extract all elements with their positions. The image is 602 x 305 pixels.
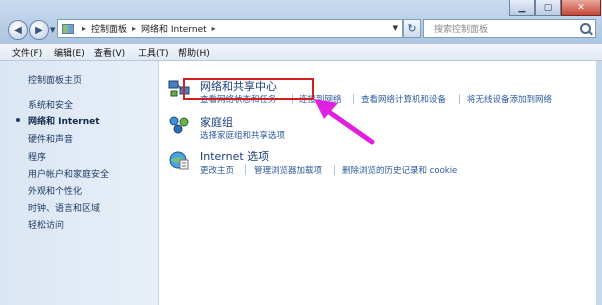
active-bullet-icon [16, 118, 20, 122]
link-homegroup-options[interactable]: 选择家庭组和共享选项 [200, 129, 285, 141]
homegroup-icon [169, 116, 189, 134]
sidebar-item-user-accounts[interactable]: 用户帐户和家庭安全 [28, 167, 109, 180]
menu-view[interactable]: 查看(V) [94, 46, 125, 59]
back-button[interactable]: ◀ [8, 20, 28, 40]
search-icon[interactable] [580, 23, 591, 34]
sidebar-item-ease-of-access[interactable]: 轻松访问 [28, 218, 64, 231]
sidebar-item-home[interactable]: 控制面板主页 [28, 73, 82, 86]
address-dropdown-icon[interactable]: ▼ [393, 24, 398, 32]
forward-arrow-icon: ▶ [35, 24, 43, 36]
menu-file[interactable]: 文件(F) [12, 46, 42, 59]
link-separator [459, 94, 460, 104]
menu-help[interactable]: 帮助(H) [178, 46, 210, 59]
control-panel-icon [62, 23, 74, 34]
chevron-right-icon[interactable]: ▸ [82, 24, 86, 33]
refresh-button[interactable]: ↻ [403, 19, 421, 38]
forward-button[interactable]: ▶ [29, 20, 49, 40]
chevron-right-icon[interactable]: ▸ [212, 24, 216, 33]
sidebar-item-clock-language[interactable]: 时钟、语言和区域 [28, 201, 100, 214]
link-change-homepage[interactable]: 更改主页 [200, 164, 234, 176]
chevron-right-icon[interactable]: ▸ [132, 24, 136, 33]
sidebar-item-programs[interactable]: 程序 [28, 150, 46, 163]
link-separator [334, 165, 335, 175]
sidebar-item-network[interactable]: 网络和 Internet [28, 114, 100, 127]
recent-pages-dropdown[interactable]: ▼ [50, 26, 55, 34]
link-separator [245, 165, 246, 175]
breadcrumb-segment[interactable]: 网络和 Internet [141, 22, 207, 35]
breadcrumb-segment[interactable]: 控制面板 [91, 22, 127, 35]
close-button[interactable]: ✕ [561, 0, 601, 16]
sidebar-item-hardware[interactable]: 硬件和声音 [28, 132, 73, 145]
address-bar[interactable]: ▸ 控制面板 ▸ 网络和 Internet ▸ ▼ [57, 19, 403, 38]
pointer-arrow-icon [314, 99, 375, 145]
title-bar: ▁ ▢ ✕ ◀ ▶ ▼ ▸ 控制面板 ▸ 网络和 Internet ▸ ▼ ↻ … [0, 0, 602, 44]
search-input[interactable]: 搜索控制面板 [423, 19, 596, 38]
link-delete-history[interactable]: 删除浏览的历史记录和 cookie [342, 164, 457, 176]
menu-tools[interactable]: 工具(T) [138, 46, 169, 59]
right-edge [596, 61, 602, 305]
window-controls: ▁ ▢ ✕ [509, 0, 601, 17]
highlight-box [183, 78, 314, 100]
internet-options-icon [169, 151, 189, 170]
link-manage-addons[interactable]: 管理浏览器加载项 [254, 164, 322, 176]
menu-bar: 文件(F) 编辑(E) 查看(V) 工具(T) 帮助(H) [0, 44, 602, 61]
sidebar-item-system-security[interactable]: 系统和安全 [28, 98, 73, 111]
maximize-button[interactable]: ▢ [535, 0, 561, 16]
minimize-button[interactable]: ▁ [509, 0, 535, 16]
category-title-internet-options[interactable]: Internet 选项 [200, 148, 269, 164]
sidebar: 控制面板主页 系统和安全 网络和 Internet 硬件和声音 程序 用户帐户和… [0, 61, 159, 305]
search-placeholder: 搜索控制面板 [434, 25, 489, 35]
refresh-icon: ↻ [407, 22, 417, 35]
sidebar-item-appearance[interactable]: 外观和个性化 [28, 184, 82, 197]
back-arrow-icon: ◀ [14, 24, 22, 36]
category-title-homegroup[interactable]: 家庭组 [200, 114, 233, 130]
menu-edit[interactable]: 编辑(E) [54, 46, 85, 59]
link-add-wireless-device[interactable]: 将无线设备添加到网络 [467, 93, 552, 105]
